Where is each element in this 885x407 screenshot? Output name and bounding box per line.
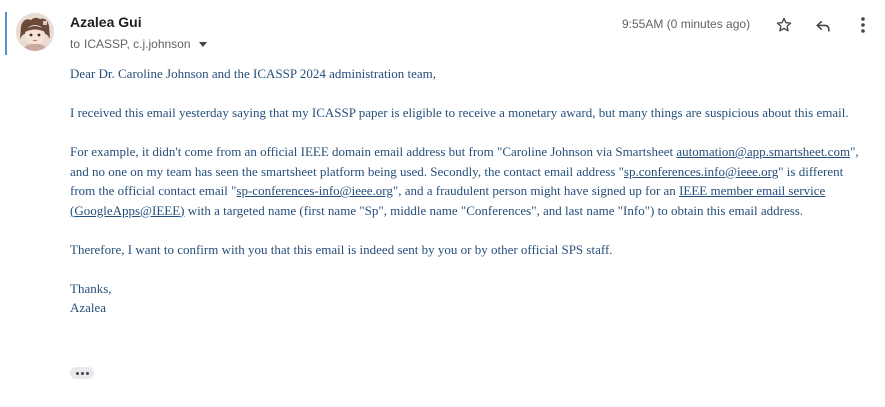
selection-accent-bar xyxy=(5,12,7,55)
paragraph-1: I received this email yesterday saying t… xyxy=(70,105,849,120)
avatar-image xyxy=(16,13,54,51)
more-options-button[interactable] xyxy=(851,13,875,37)
recipients-prefix: to xyxy=(70,37,81,51)
avatar[interactable] xyxy=(16,13,54,51)
paragraph-3: Therefore, I want to confirm with you th… xyxy=(70,241,613,257)
message-body: Dear Dr. Caroline Johnson and the ICASSP… xyxy=(70,64,870,318)
closing-line: Thanks, xyxy=(70,280,112,296)
reply-button[interactable] xyxy=(811,13,835,37)
link-contact-address[interactable]: sp.conferences.info@ieee.org xyxy=(624,164,778,179)
recipients-list: ICASSP, c.j.johnson xyxy=(84,37,191,51)
reply-icon xyxy=(816,20,830,32)
star-button[interactable] xyxy=(772,13,796,37)
show-trimmed-content-button[interactable] xyxy=(70,367,94,379)
paragraph-2-text: For example, it didn't come from an offi… xyxy=(70,144,677,159)
more-vert-icon xyxy=(861,17,865,33)
link-smartsheet-address[interactable]: automation@app.smartsheet.com xyxy=(676,144,850,159)
greeting-line: Dear Dr. Caroline Johnson and the ICASSP… xyxy=(70,66,436,81)
chevron-down-icon[interactable] xyxy=(198,41,207,47)
signature-line: Azalea xyxy=(70,300,107,315)
paragraph-2: For example, it didn't come from an offi… xyxy=(70,142,870,220)
sender-name[interactable]: Azalea Gui xyxy=(70,14,142,30)
recipients-line: to ICASSP, c.j.johnson xyxy=(70,37,207,51)
star-icon xyxy=(776,17,792,32)
paragraph-2-text: with a targeted name (first name "Sp", m… xyxy=(184,202,804,218)
email-message-view: Azalea Gui to ICASSP, c.j.johnson 9:55AM… xyxy=(0,0,885,407)
paragraph-2-text: ", and a fraudulent person might have si… xyxy=(392,183,680,198)
link-official-contact-address[interactable]: sp-conferences-info@ieee.org xyxy=(236,183,392,198)
more-horiz-icon xyxy=(75,371,79,375)
message-timestamp: 9:55AM (0 minutes ago) xyxy=(622,17,751,31)
